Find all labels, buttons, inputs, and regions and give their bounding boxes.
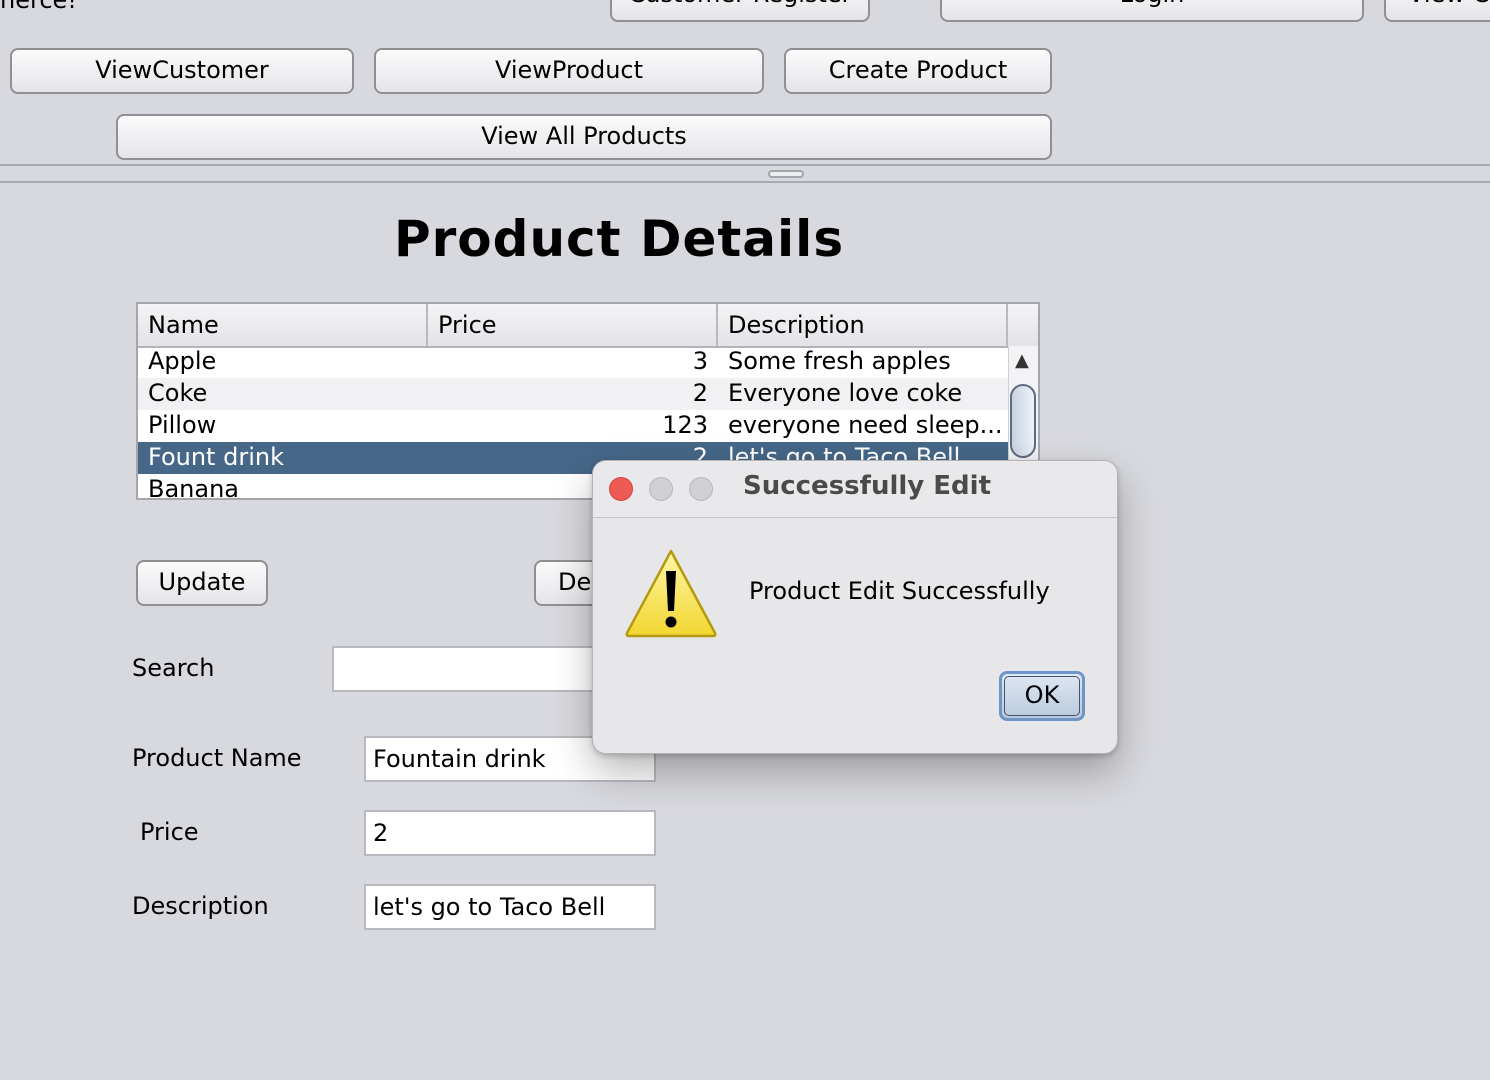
minimize-icon xyxy=(649,477,673,501)
dialog-title: Successfully Edit xyxy=(743,471,992,501)
column-header-corner xyxy=(1008,304,1038,346)
close-icon[interactable] xyxy=(609,477,633,501)
cell-name: Pillow xyxy=(148,411,217,439)
customer-register-button[interactable]: Customer Register xyxy=(610,0,870,22)
price-label: Price xyxy=(140,818,199,846)
view-product-button[interactable]: ViewProduct xyxy=(374,48,764,94)
cell-description: Some fresh apples xyxy=(728,347,951,375)
cell-name: Coke xyxy=(148,379,208,407)
product-name-label: Product Name xyxy=(132,744,302,772)
split-divider-bottom xyxy=(0,181,1490,183)
column-header-name[interactable]: Name xyxy=(138,304,428,346)
split-divider-top xyxy=(0,164,1490,166)
ok-button[interactable]: OK xyxy=(999,671,1085,721)
table-header: Name Price Description xyxy=(138,304,1038,348)
view-all-products-button[interactable]: View All Products xyxy=(116,114,1052,160)
cell-description: Everyone love coke xyxy=(728,379,963,407)
zoom-icon xyxy=(689,477,713,501)
create-product-button[interactable]: Create Product xyxy=(784,48,1052,94)
scroll-up-arrow-icon[interactable]: ▲ xyxy=(1015,350,1029,371)
warning-icon xyxy=(625,549,717,638)
cell-price: 3 xyxy=(692,347,708,375)
scroll-thumb[interactable] xyxy=(1010,384,1036,458)
dialog-title-bar[interactable]: Successfully Edit xyxy=(593,461,1117,518)
column-header-price[interactable]: Price xyxy=(428,304,718,346)
cell-name: Banana xyxy=(148,475,240,500)
success-dialog[interactable]: Successfully Edit Product Edit Successfu… xyxy=(592,460,1118,754)
update-button[interactable]: Update xyxy=(136,560,268,606)
ok-button-label: OK xyxy=(1024,681,1060,709)
table-row[interactable]: Coke 2 Everyone love coke xyxy=(138,378,1008,410)
view-customer-button[interactable]: ViewCustomer xyxy=(10,48,354,94)
table-row[interactable]: Apple 3 Some fresh apples xyxy=(138,346,1008,378)
column-header-description[interactable]: Description xyxy=(718,304,1008,346)
cell-name: Fount drink xyxy=(148,443,284,471)
cell-name: Apple xyxy=(148,347,217,375)
table-row[interactable]: Pillow 123 everyone need sleep... xyxy=(138,410,1008,442)
login-button[interactable]: Login xyxy=(940,0,1364,22)
split-pane-grip[interactable] xyxy=(768,170,804,178)
dialog-message: Product Edit Successfully xyxy=(749,577,1050,605)
app-banner-text: nerce! xyxy=(0,0,77,14)
cell-price: 2 xyxy=(692,379,708,407)
price-field[interactable]: 2 xyxy=(364,810,656,856)
description-label: Description xyxy=(132,892,269,920)
cell-price: 123 xyxy=(662,411,708,439)
description-field[interactable]: let's go to Taco Bell xyxy=(364,884,656,930)
page-title: Product Details xyxy=(394,210,845,268)
search-label: Search xyxy=(132,654,215,682)
view-cart-button[interactable]: View Ca xyxy=(1384,0,1490,22)
cell-description: everyone need sleep... xyxy=(728,411,1003,439)
